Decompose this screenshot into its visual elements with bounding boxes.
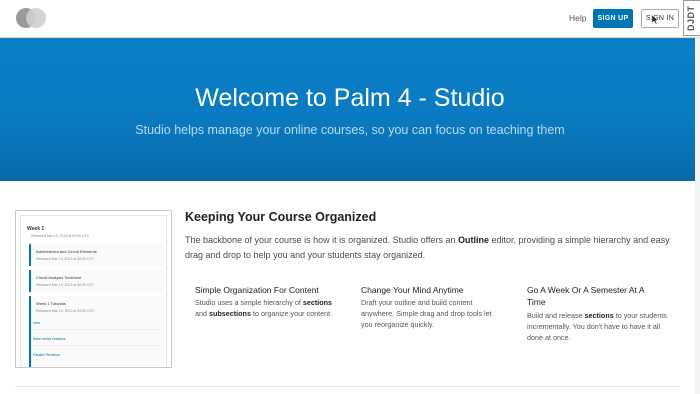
feature-title: Simple Organization For Content — [195, 285, 319, 295]
thumb-divider — [33, 329, 159, 330]
thumb-subsection-released: Released Mar 13, 2013 at 00:00 UTC — [36, 257, 95, 261]
feature-text-bold: subsections — [209, 309, 251, 318]
thumb-week-released: Released Mar 13, 2013 at 00:00 UTC — [31, 234, 90, 238]
sign-in-button[interactable]: SIGN IN — [641, 9, 679, 28]
thumb-subsection: Week 1 Tutorials Released Mar 13, 2013 a… — [29, 296, 163, 367]
feature-text-bold: sections — [302, 298, 333, 307]
feature-title: Change Your Mind Anytime — [361, 285, 464, 295]
logo-circle-right — [26, 8, 46, 28]
thumb-unit: three series resistors — [33, 337, 66, 341]
section-divider — [15, 386, 680, 387]
feature-text: to organize your content. — [250, 309, 333, 318]
thumb-week-title: Week 1 — [27, 226, 45, 232]
mouse-cursor-icon — [651, 15, 659, 24]
thumb-unit: Parallel Resistors — [33, 353, 61, 357]
feature-description: Draft your outline and build content any… — [361, 298, 492, 329]
section-description: The backbone of your course is how it is… — [185, 233, 685, 263]
outline-preview: Week 1 Released Mar 13, 2013 at 00:00 UT… — [20, 215, 167, 367]
feature-text: and — [195, 309, 209, 318]
scrollbar-track[interactable] — [695, 38, 700, 394]
studio-logo[interactable] — [16, 8, 46, 28]
feature-text-bold: sections — [584, 311, 614, 320]
hero-banner: Welcome to Palm 4 - Studio Studio helps … — [0, 38, 700, 181]
feature-description: Build and release sections to your stude… — [527, 310, 667, 343]
feature-text: Build and release — [527, 311, 585, 320]
thumb-subsection-released: Released Mar 13, 2013 at 00:00 UTC — [36, 283, 95, 287]
outline-screenshot-thumbnail: Week 1 Released Mar 13, 2013 at 00:00 UT… — [15, 210, 172, 368]
site-header: Help SIGN UP SIGN IN DJDT — [0, 0, 700, 38]
feature-title: Go A Week Or A Semester At A Time — [527, 285, 645, 307]
thumb-subsection-title: Week 1 Tutorials — [36, 301, 66, 306]
section-text: The backbone of your course is how it is… — [185, 235, 458, 245]
thumb-subsection-released: Released Mar 13, 2013 at 00:00 UTC — [36, 309, 95, 313]
debug-toolbar-handle[interactable]: DJDT — [683, 0, 700, 36]
thumb-subsection: Administrivia and Circuit Elements Relea… — [29, 244, 163, 266]
feature-text: Studio uses a simple hierarchy of — [195, 298, 303, 307]
feature-description: Studio uses a simple hierarchy of sectio… — [195, 297, 335, 319]
sign-up-button[interactable]: SIGN UP — [593, 9, 633, 28]
hero-subtitle: Studio helps manage your online courses,… — [135, 123, 565, 137]
thumb-subsection-title: Circuit Analysis Toolchest — [36, 275, 82, 280]
thumb-divider — [33, 345, 159, 346]
thumb-subsection: Circuit Analysis Toolchest Released Mar … — [29, 270, 163, 292]
help-link[interactable]: Help — [569, 13, 586, 23]
thumb-subsection-title: Administrivia and Circuit Elements — [36, 249, 97, 254]
thumb-unit: intro — [33, 321, 40, 325]
section-title: Keeping Your Course Organized — [185, 210, 377, 224]
section-text-bold: Outline — [458, 235, 489, 245]
debug-toolbar-label: DJDT — [686, 5, 696, 31]
page-title: Welcome to Palm 4 - Studio — [195, 84, 505, 112]
